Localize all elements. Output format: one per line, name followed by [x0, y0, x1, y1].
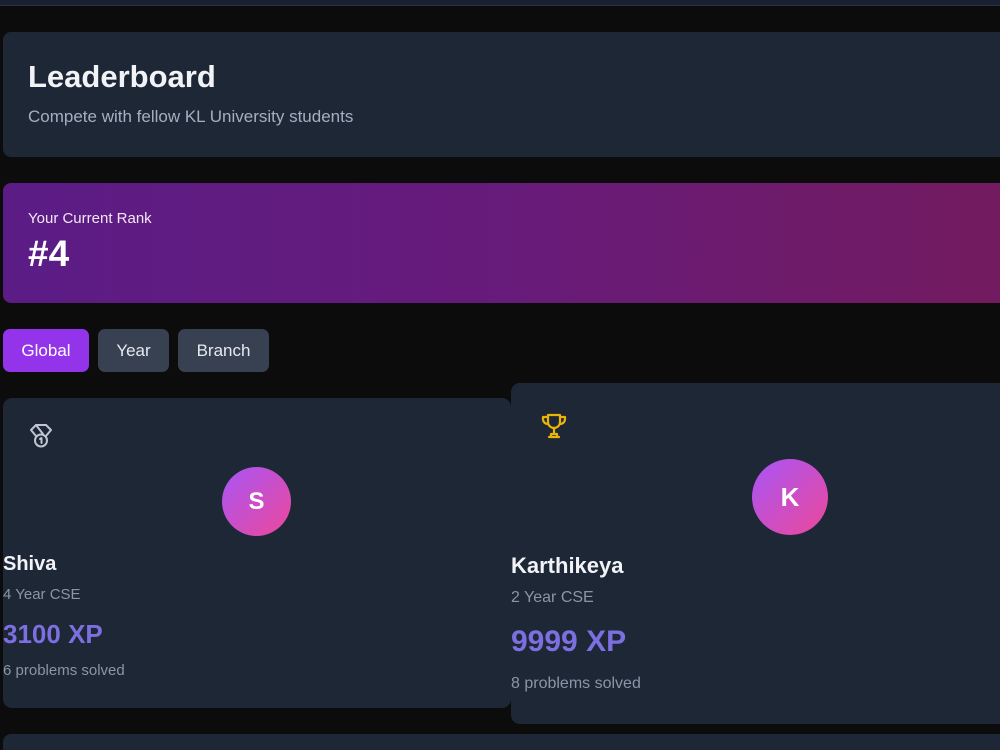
- player-name: Karthikeya: [511, 553, 624, 578]
- top-nav-strip: [0, 0, 1000, 6]
- player-xp: 3100 XP: [3, 619, 103, 649]
- player-year-branch: 2 Year CSE: [511, 589, 594, 606]
- current-rank-card: Your Current Rank #4: [3, 183, 1000, 303]
- page-title: Leaderboard: [28, 59, 216, 94]
- player-problems-solved: 6 problems solved: [3, 662, 125, 679]
- leaderboard-filters: Global Year Branch: [3, 329, 269, 372]
- filter-global-button[interactable]: Global: [3, 329, 89, 372]
- current-rank-value: #4: [28, 233, 70, 274]
- player-name: Shiva: [3, 553, 57, 575]
- current-rank-label: Your Current Rank: [28, 210, 152, 227]
- player-year-branch: 4 Year CSE: [3, 586, 81, 603]
- avatar: K: [752, 459, 828, 535]
- leaderboard-header: Leaderboard Compete with fellow KL Unive…: [3, 32, 1000, 157]
- medal-icon: [28, 423, 54, 454]
- player-problems-solved: 8 problems solved: [511, 675, 641, 692]
- page-subtitle: Compete with fellow KL University studen…: [28, 107, 354, 126]
- avatar: S: [222, 467, 291, 536]
- filter-year-button[interactable]: Year: [98, 329, 169, 372]
- trophy-icon: [539, 411, 569, 446]
- filter-branch-button[interactable]: Branch: [178, 329, 269, 372]
- player-xp: 9999 XP: [511, 625, 627, 658]
- leaderboard-list-card: [3, 734, 1000, 750]
